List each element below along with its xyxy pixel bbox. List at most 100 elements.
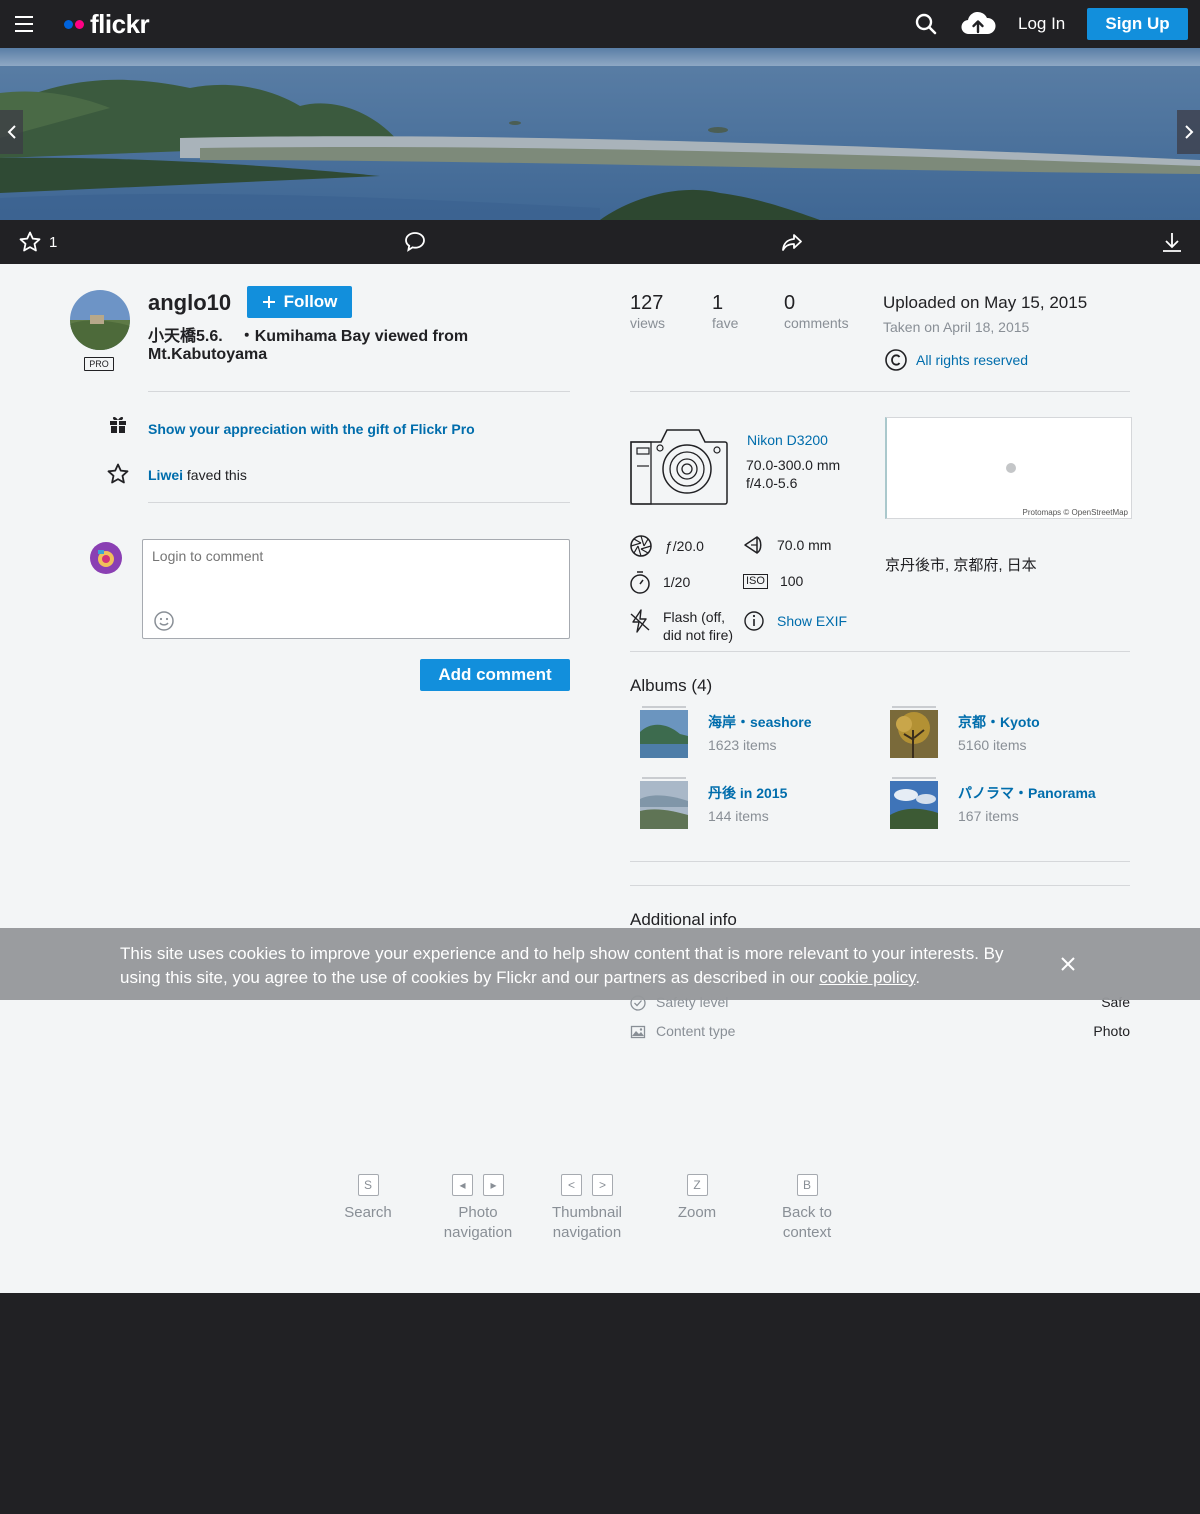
- shortcut-label-2: navigation: [443, 1224, 513, 1241]
- gift-pro-link[interactable]: Show your appreciation with the gift of …: [148, 421, 475, 437]
- gift-icon: [108, 414, 128, 439]
- emoji-icon[interactable]: [153, 610, 175, 637]
- album-thumbnail[interactable]: [640, 781, 688, 829]
- shortcut-key: ◂: [452, 1174, 473, 1196]
- owner-username[interactable]: anglo10: [148, 290, 231, 316]
- license[interactable]: All rights reserved: [884, 348, 1028, 372]
- photo-action-bar: 1: [0, 220, 1200, 264]
- upload-icon[interactable]: [960, 10, 996, 38]
- map-credit[interactable]: Protomaps © OpenStreetMap: [1023, 508, 1129, 517]
- login-link[interactable]: Log In: [1018, 14, 1065, 34]
- shortcut-label-2: navigation: [552, 1224, 622, 1241]
- divider: [630, 651, 1130, 652]
- shortcut-zoom: Z Zoom: [657, 1174, 737, 1223]
- owner-avatar[interactable]: [70, 290, 130, 350]
- exif-iso: ISO 100: [743, 573, 803, 589]
- comments-label: comments: [784, 315, 849, 331]
- lens-aperture-range: f/4.0-5.6: [746, 475, 798, 491]
- copyright-icon: [885, 349, 907, 371]
- cookie-policy-link[interactable]: cookie policy: [819, 968, 915, 987]
- photo-viewer[interactable]: [0, 48, 1200, 220]
- focal-length-value: 70.0 mm: [777, 537, 832, 553]
- star-icon: [106, 462, 130, 491]
- shortcut-key: Z: [686, 1174, 708, 1196]
- album-name[interactable]: 海岸・seashore: [708, 712, 811, 732]
- divider: [630, 885, 1130, 886]
- album-item[interactable]: 丹後 in 2015 144 items: [630, 777, 870, 833]
- photo-title: 小天橋5.6. ・Kumihama Bay viewed from Mt.Kab…: [148, 328, 469, 363]
- comment-input[interactable]: [142, 539, 570, 639]
- shortcut-label: Zoom: [677, 1204, 717, 1221]
- album-name[interactable]: 京都・Kyoto: [958, 712, 1040, 732]
- shortcut-search: S Search: [328, 1174, 408, 1223]
- shortcut-photo-navigation: ◂ ▸ Photo navigation: [428, 1174, 528, 1243]
- follow-button[interactable]: Follow: [247, 286, 352, 318]
- shortcut-back-to-context: B Back to context: [767, 1174, 847, 1243]
- album-stack: [892, 706, 936, 708]
- next-photo-button[interactable]: [1177, 110, 1200, 154]
- location-text[interactable]: 京丹後市, 京都府, 日本: [885, 554, 1037, 575]
- comment-button[interactable]: [403, 230, 427, 254]
- share-button[interactable]: [780, 230, 804, 254]
- cookie-end: .: [915, 968, 921, 987]
- shortcut-key: >: [592, 1174, 613, 1196]
- exif-focal-length: 70.0 mm: [743, 534, 831, 556]
- album-name[interactable]: パノラマ・Panorama: [958, 783, 1096, 803]
- menu-icon[interactable]: [15, 16, 33, 32]
- download-button[interactable]: [1160, 230, 1184, 254]
- show-exif-link[interactable]: Show EXIF: [777, 613, 847, 629]
- license-link[interactable]: All rights reserved: [916, 352, 1028, 368]
- album-thumbnail[interactable]: [890, 710, 938, 758]
- content-type-value: Photo: [1093, 1023, 1130, 1039]
- divider: [630, 391, 1130, 392]
- comments-stat: 0 comments: [784, 292, 849, 331]
- add-comment-button[interactable]: Add comment: [420, 659, 570, 691]
- album-item[interactable]: 海岸・seashore 1623 items: [630, 706, 870, 762]
- map-location-marker: [1006, 463, 1016, 473]
- cookie-message: This site uses cookies to improve your e…: [120, 942, 1040, 990]
- follow-label: Follow: [283, 292, 338, 311]
- exif-flash: Flash (off, did not fire): [629, 608, 733, 644]
- pro-badge: PRO: [84, 357, 114, 371]
- flash-value: Flash (off, did not fire): [663, 608, 733, 644]
- shutter-value: 1/20: [663, 574, 691, 590]
- album-thumbnail[interactable]: [890, 781, 938, 829]
- taken-date[interactable]: Taken on April 18, 2015: [883, 319, 1029, 335]
- lens-info: 70.0-300.0 mm f/4.0-5.6: [746, 456, 840, 492]
- faves-stat: 1 fave: [712, 292, 738, 331]
- album-thumbnail[interactable]: [640, 710, 688, 758]
- camera-icon: [629, 426, 729, 511]
- comment-icon: [405, 232, 425, 252]
- close-icon[interactable]: [1059, 955, 1077, 978]
- cookie-banner: This site uses cookies to improve your e…: [0, 928, 1200, 1000]
- faves-label: fave: [712, 315, 739, 331]
- upload-date: Uploaded on May 15, 2015: [883, 293, 1088, 312]
- photo-page-content: PRO anglo10 Follow 小天橋5.6. ・Kumihama Bay…: [0, 264, 1200, 1293]
- fave-button[interactable]: 1: [18, 230, 57, 254]
- album-name[interactable]: 丹後 in 2015: [708, 783, 787, 803]
- album-item[interactable]: 京都・Kyoto 5160 items: [880, 706, 1120, 762]
- fave-count: 1: [49, 233, 58, 251]
- logo-dot-blue: [64, 19, 73, 29]
- shortcut-label: Back to: [781, 1204, 833, 1221]
- album-count: 144 items: [708, 808, 769, 824]
- flickr-logo[interactable]: flickr: [64, 8, 150, 40]
- prev-photo-button[interactable]: [0, 110, 23, 154]
- show-exif[interactable]: Show EXIF: [743, 610, 847, 632]
- lens-focal-range: 70.0-300.0 mm: [746, 457, 841, 473]
- shortcut-key: S: [357, 1174, 379, 1196]
- signup-button[interactable]: Sign Up: [1087, 8, 1188, 40]
- fave-user-link[interactable]: Liwei: [148, 467, 183, 483]
- camera-model-link[interactable]: Nikon D3200: [747, 432, 828, 448]
- additional-info-title: Additional info: [630, 910, 737, 929]
- search-icon[interactable]: [914, 12, 938, 36]
- location-map[interactable]: Protomaps © OpenStreetMap: [885, 417, 1132, 519]
- content-type-label: Content type: [656, 1023, 736, 1039]
- albums-title: Albums (4): [630, 676, 713, 695]
- shortcut-key: B: [796, 1174, 818, 1196]
- star-icon: [19, 231, 41, 252]
- album-item[interactable]: パノラマ・Panorama 167 items: [880, 777, 1120, 833]
- album-count: 5160 items: [958, 737, 1027, 753]
- views-count: 127: [630, 292, 664, 314]
- album-stack: [642, 777, 686, 779]
